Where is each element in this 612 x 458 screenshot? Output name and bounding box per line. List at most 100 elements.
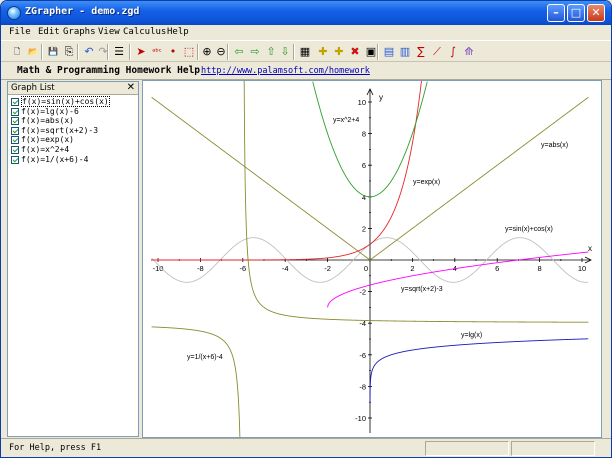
toolbar-separator [77, 44, 79, 60]
plot-icon[interactable]: ⟰ [461, 44, 477, 60]
y-tick-label: 2 [362, 224, 366, 233]
arrow-left-icon[interactable]: ⇦ [231, 44, 247, 60]
x-axis-label: x [588, 244, 592, 253]
label-abs: y=abs(x) [541, 142, 568, 149]
text-label-icon[interactable]: ᵃᵇᶜ [149, 44, 165, 60]
menu-edit[interactable]: Edit [38, 27, 60, 37]
y-tick-label: -2 [359, 288, 366, 297]
graph-checkbox[interactable] [11, 136, 19, 145]
x-tick-label: 10 [578, 264, 586, 273]
graph-checkbox[interactable] [11, 155, 19, 164]
label-trig: y=sin(x)+cos(x) [505, 226, 553, 233]
delete-icon[interactable]: ✖ [347, 44, 363, 60]
y-tick-label: -6 [359, 351, 366, 360]
window-title: ZGrapher - demo.zgd [25, 6, 140, 17]
point-icon[interactable]: • [165, 44, 181, 60]
graph-list-item[interactable]: f(x)=1/(x+6)-4 [11, 155, 110, 165]
copy-icon[interactable]: ⎘ [61, 44, 77, 60]
graph-checkbox[interactable] [11, 126, 19, 135]
label-lg: y=lg(x) [461, 332, 482, 339]
graph-checkbox[interactable] [11, 145, 19, 154]
zoom-box-icon[interactable]: ⬚ [181, 44, 197, 60]
toolbar-separator [293, 44, 295, 60]
graph-list-close-icon[interactable]: ✕ [127, 82, 135, 93]
new-file-icon[interactable]: 🗋 [9, 44, 25, 60]
minimize-button[interactable]: – [547, 4, 565, 22]
graph-list-item[interactable]: f(x)=lg(x)-6 [11, 107, 110, 117]
arrow-down-icon[interactable]: ⇩ [277, 44, 293, 60]
y-tick-label: 8 [362, 130, 366, 139]
list-icon[interactable]: ☰ [111, 44, 127, 60]
toolbar-separator [227, 44, 229, 60]
y-tick-label: -10 [355, 414, 366, 423]
status-pane [425, 441, 509, 456]
table-icon[interactable]: ▤ [381, 44, 397, 60]
y-tick-label: -8 [359, 382, 366, 391]
menu-help[interactable]: Help [167, 27, 189, 37]
x-tick-label: 6 [495, 264, 499, 273]
pointer-icon[interactable]: ➤ [133, 44, 149, 60]
graph-list-item[interactable]: f(x)=x^2+4 [11, 145, 110, 155]
graph-list-item[interactable]: f(x)=exp(x) [11, 135, 110, 145]
y-tick-label: 6 [362, 161, 366, 170]
arrow-right-icon[interactable]: ⇨ [247, 44, 263, 60]
menu-file[interactable]: File [9, 27, 31, 37]
x-tick-label: 2 [410, 264, 414, 273]
graph-checkbox[interactable] [11, 98, 19, 106]
edit-graph-icon[interactable]: ✚ [331, 44, 347, 60]
homework-help-link[interactable]: http://www.palamsoft.com/homework [201, 66, 370, 76]
label-square: y=x^2+4 [333, 117, 359, 124]
x-tick-label: -8 [197, 264, 204, 273]
graph-list-item[interactable]: f(x)=sin(x)+cos(x) [11, 96, 110, 107]
graph-list-header: Graph List ✕ [8, 82, 138, 95]
label-sqrt: y=sqrt(x+2)-3 [401, 286, 443, 293]
exp-curve [151, 63, 424, 261]
open-folder-icon[interactable]: 📂 [25, 44, 41, 60]
add-graph-icon[interactable]: ✚ [315, 44, 331, 60]
lg-curve [369, 338, 589, 403]
sum-icon[interactable]: ∑ [413, 44, 429, 60]
x-tick-label: 0 [364, 264, 368, 273]
derivative-icon[interactable]: ⟋ [429, 44, 445, 60]
zgrapher-app-icon[interactable] [7, 6, 21, 20]
graph-checkbox[interactable] [11, 107, 19, 116]
calculator-icon[interactable]: ▦ [297, 44, 313, 60]
status-bar: For Help, press F1 [1, 438, 611, 457]
graph-list-item[interactable]: f(x)=abs(x) [11, 116, 110, 126]
x-tick-label: -2 [324, 264, 331, 273]
toolbar-separator [41, 44, 43, 60]
x-tick-label: 8 [538, 264, 542, 273]
graph-list-title: Graph List [11, 83, 55, 93]
toolbar-separator [107, 44, 109, 60]
menu-calculus[interactable]: Calculus [123, 27, 166, 37]
status-pane [511, 441, 595, 456]
link-bar: Math & Programming Homework Help http://… [1, 62, 611, 80]
toolbar-separator [197, 44, 199, 60]
save-icon[interactable]: 💾 [45, 44, 61, 60]
toolbar-separator [129, 44, 131, 60]
menu-graphs[interactable]: Graphs [63, 27, 96, 37]
graph-canvas[interactable]: xy-10 -8 -6 -4 -2 0 2 4 6 8 10108642-2-4-6-8-10y=x… [136, 63, 601, 455]
homework-help-label: Math & Programming Homework Help [17, 65, 201, 76]
maximize-icon: □ [570, 6, 582, 19]
menu-view[interactable]: View [98, 27, 120, 37]
app-window: ZGrapher - demo.zgd – □ ✕ File Edit Grap… [0, 0, 612, 458]
graph-list-item[interactable]: f(x)=sqrt(x+2)-3 [11, 126, 110, 136]
toolbar: 🗋 📂 💾 ⎘ ↶ ↷ ☰ ➤ ᵃᵇᶜ • ⬚ ⊕ ⊖ ⇦ ⇨ ⇧ ⇩ ▦ ✚ ✚ ✖ ▣ ▤ ▥ ∑ ⟋ ∫ ⟰ [1, 40, 611, 62]
close-button[interactable]: ✕ [587, 4, 605, 22]
graph-checkbox[interactable] [11, 117, 19, 126]
graph-list-panel: Graph List ✕ f(x)=sin(x)+cos(x) f(x)=lg(… [7, 81, 139, 437]
graph-plot-area[interactable]: x y -10 -8 -6 -4 -2 0 2 4 6 8 10 10 8 6 4 2 -2 -4 -6 -8 -10 y=x… [136, 63, 602, 455]
y-tick-label: 10 [358, 98, 366, 107]
title-bar[interactable]: ZGrapher - demo.zgd – □ ✕ [1, 1, 611, 25]
y-tick-label: 4 [362, 193, 366, 202]
integral-icon[interactable]: ∫ [445, 44, 461, 60]
minimize-icon: – [553, 6, 559, 19]
x-tick-label: -6 [239, 264, 246, 273]
grid-icon[interactable]: ▥ [397, 44, 413, 60]
menu-bar: File Edit Graphs View Calculus Help [1, 25, 611, 40]
x-tick-label: -4 [282, 264, 289, 273]
recip-curve-left [151, 326, 241, 455]
toolbar-separator [377, 44, 379, 60]
maximize-button[interactable]: □ [567, 4, 585, 22]
